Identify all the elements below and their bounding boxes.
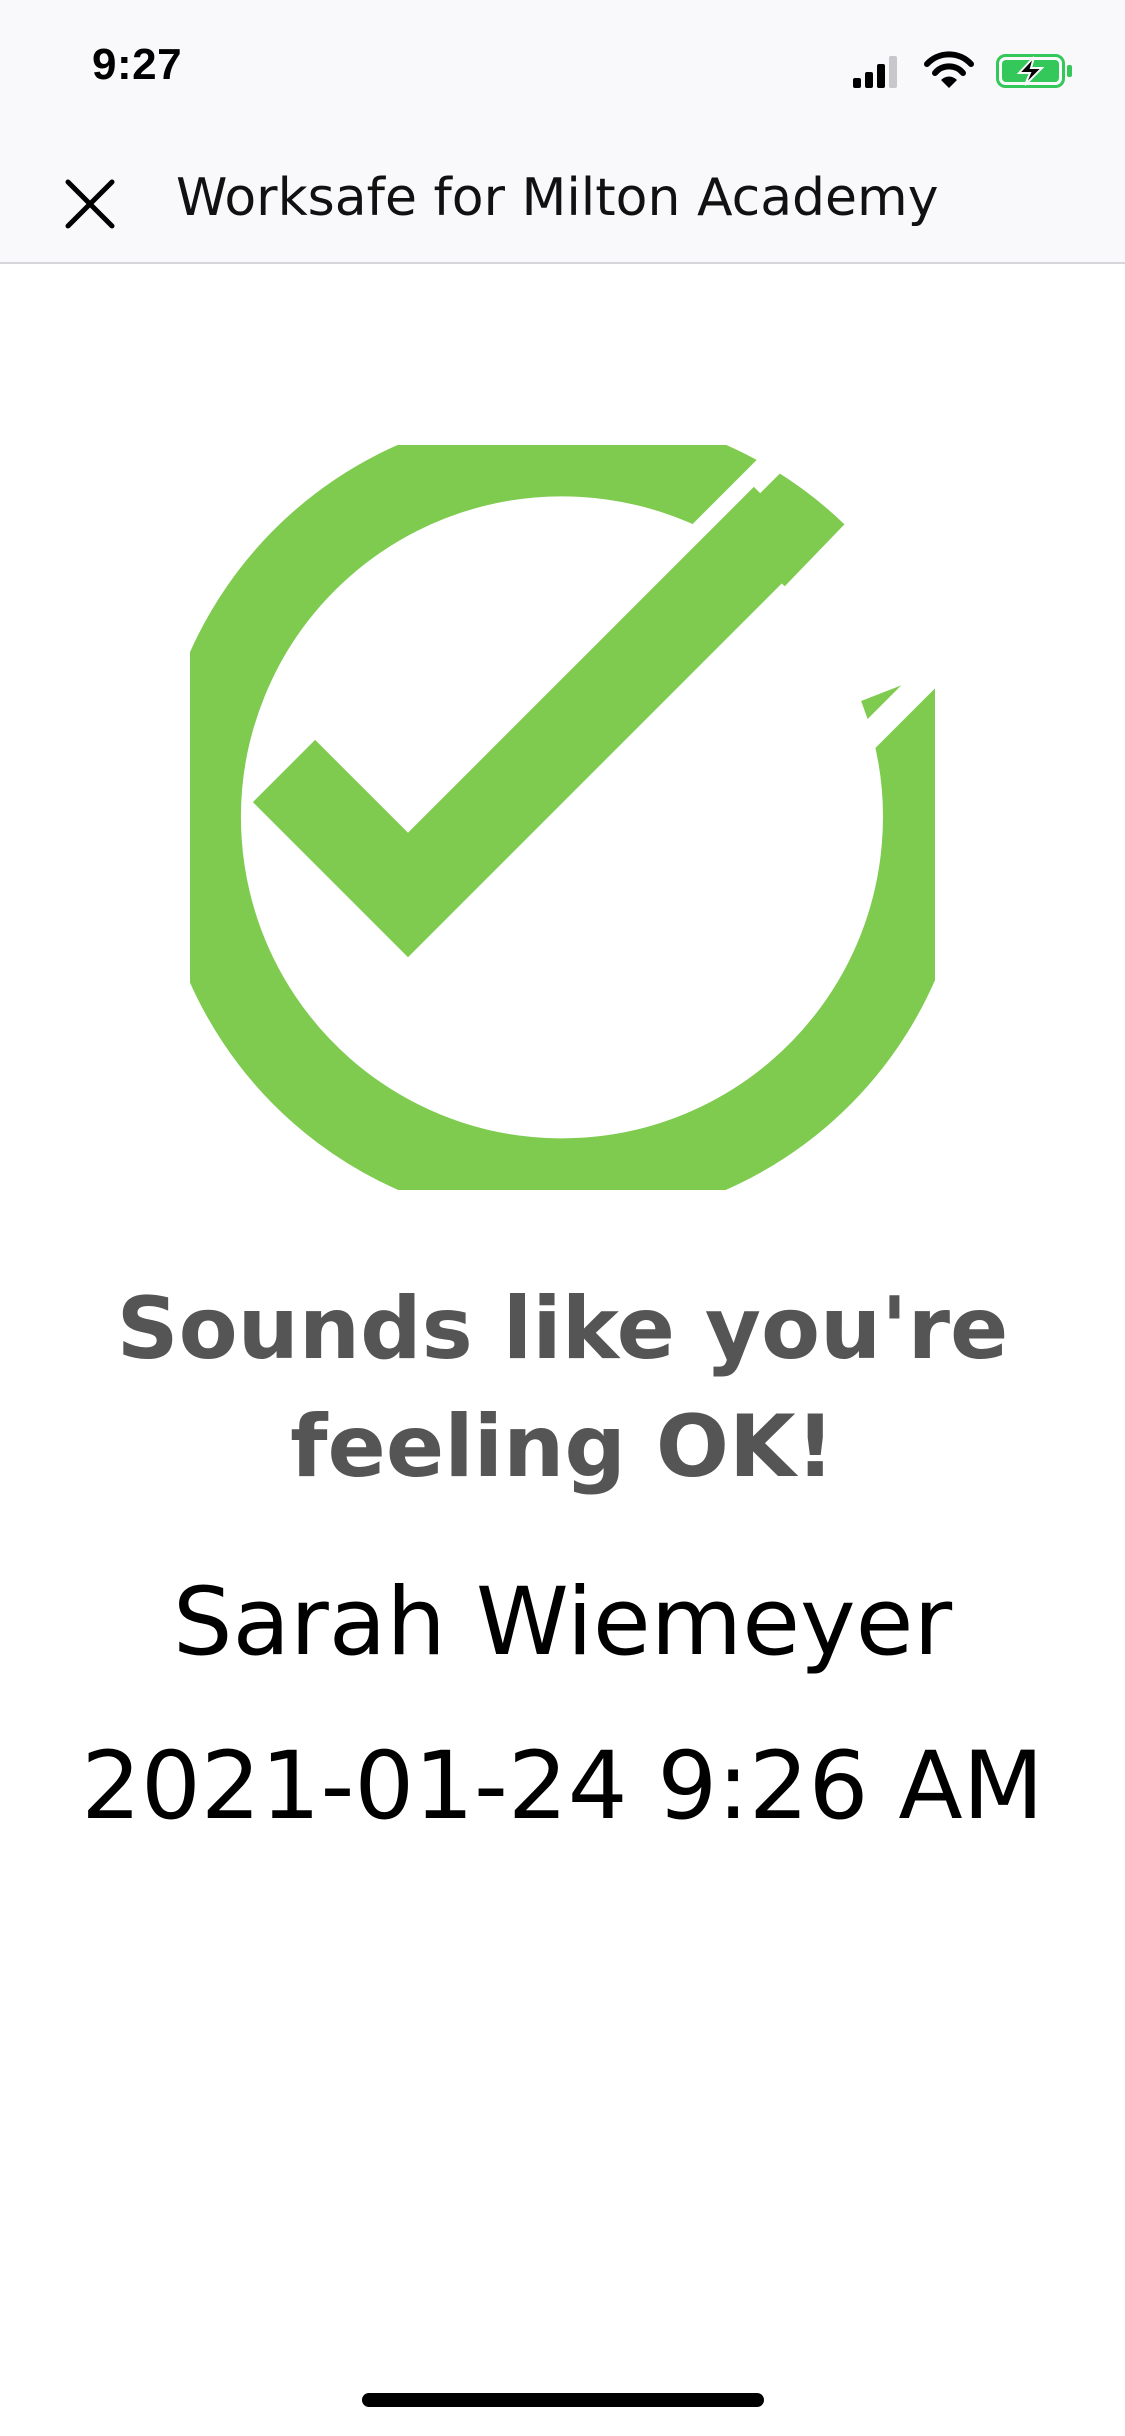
wifi-icon xyxy=(924,51,974,88)
close-icon xyxy=(65,179,115,229)
page-title: Worksafe for Milton Academy xyxy=(176,168,939,228)
check-mark xyxy=(252,486,817,958)
status-bar: 9:27 xyxy=(0,0,1125,132)
battery-charging-icon xyxy=(996,54,1072,88)
status-icons xyxy=(851,50,1081,90)
cellular-signal-icon xyxy=(853,56,897,88)
close-button[interactable] xyxy=(48,162,132,246)
status-icons-svg xyxy=(853,51,1072,88)
home-indicator[interactable] xyxy=(362,2393,764,2407)
status-time: 9:27 xyxy=(92,40,183,89)
check-in-timestamp: 2021-01-24 9:26 AM xyxy=(81,1732,1044,1841)
navigation-bar: Worksafe for Milton Academy xyxy=(0,132,1125,264)
check-circle-icon xyxy=(155,275,1125,1225)
check-circle-svg xyxy=(155,275,1125,1225)
status-headline: Sounds like you're feeling OK! xyxy=(116,1279,1009,1497)
user-name: Sarah Wiemeyer xyxy=(172,1568,953,1677)
